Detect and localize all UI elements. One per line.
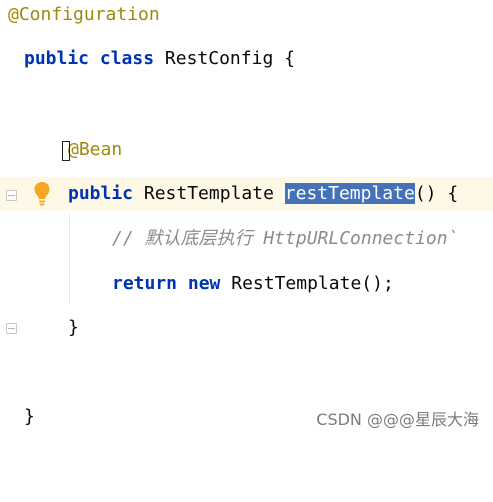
code-line-method-close[interactable]: } <box>0 311 493 345</box>
lightbulb-icon[interactable] <box>33 180 51 208</box>
fold-marker-icon[interactable] <box>6 190 17 201</box>
class-name: RestConfig <box>164 48 274 69</box>
selected-method-name[interactable]: restTemplate <box>284 183 415 204</box>
class-declaration: public class RestConfig { <box>24 42 295 76</box>
text-cursor-icon <box>62 141 70 161</box>
code-comment: // 默认底层执行 HttpURLConnection` <box>112 228 459 249</box>
code-editor[interactable]: @Configuration public class RestConfig {… <box>0 0 493 438</box>
class-open-brace: { <box>284 48 295 69</box>
csdn-watermark: CSDN @@@星辰大海 <box>316 410 479 429</box>
keyword-public: public <box>24 48 90 69</box>
bean-annotation: @Bean <box>68 139 123 160</box>
code-line-method-declaration[interactable]: public RestTemplate restTemplate() { <box>0 177 493 211</box>
return-statement: return new RestTemplate(); <box>112 267 394 301</box>
method-declaration: public RestTemplate restTemplate() { <box>68 177 458 211</box>
return-type: RestTemplate <box>143 183 274 204</box>
class-close-brace: } <box>24 406 35 427</box>
code-line-class-declaration[interactable]: public class RestConfig { <box>0 42 493 76</box>
configuration-annotation: @Configuration <box>8 4 160 25</box>
keyword-new: new <box>187 273 221 294</box>
keyword-return: return <box>112 273 178 294</box>
code-line-return-statement[interactable]: return new RestTemplate(); <box>0 267 493 301</box>
code-line-bean-annotation[interactable]: @Bean <box>0 133 493 167</box>
code-line-configuration-annotation[interactable]: @Configuration <box>0 0 493 32</box>
constructor-call: RestTemplate(); <box>231 273 394 294</box>
code-line-comment[interactable]: // 默认底层执行 HttpURLConnection` <box>0 222 493 256</box>
keyword-class: class <box>99 48 155 69</box>
method-close-brace: } <box>68 317 79 338</box>
keyword-public: public <box>68 183 134 204</box>
method-signature-rest: () { <box>414 183 459 204</box>
